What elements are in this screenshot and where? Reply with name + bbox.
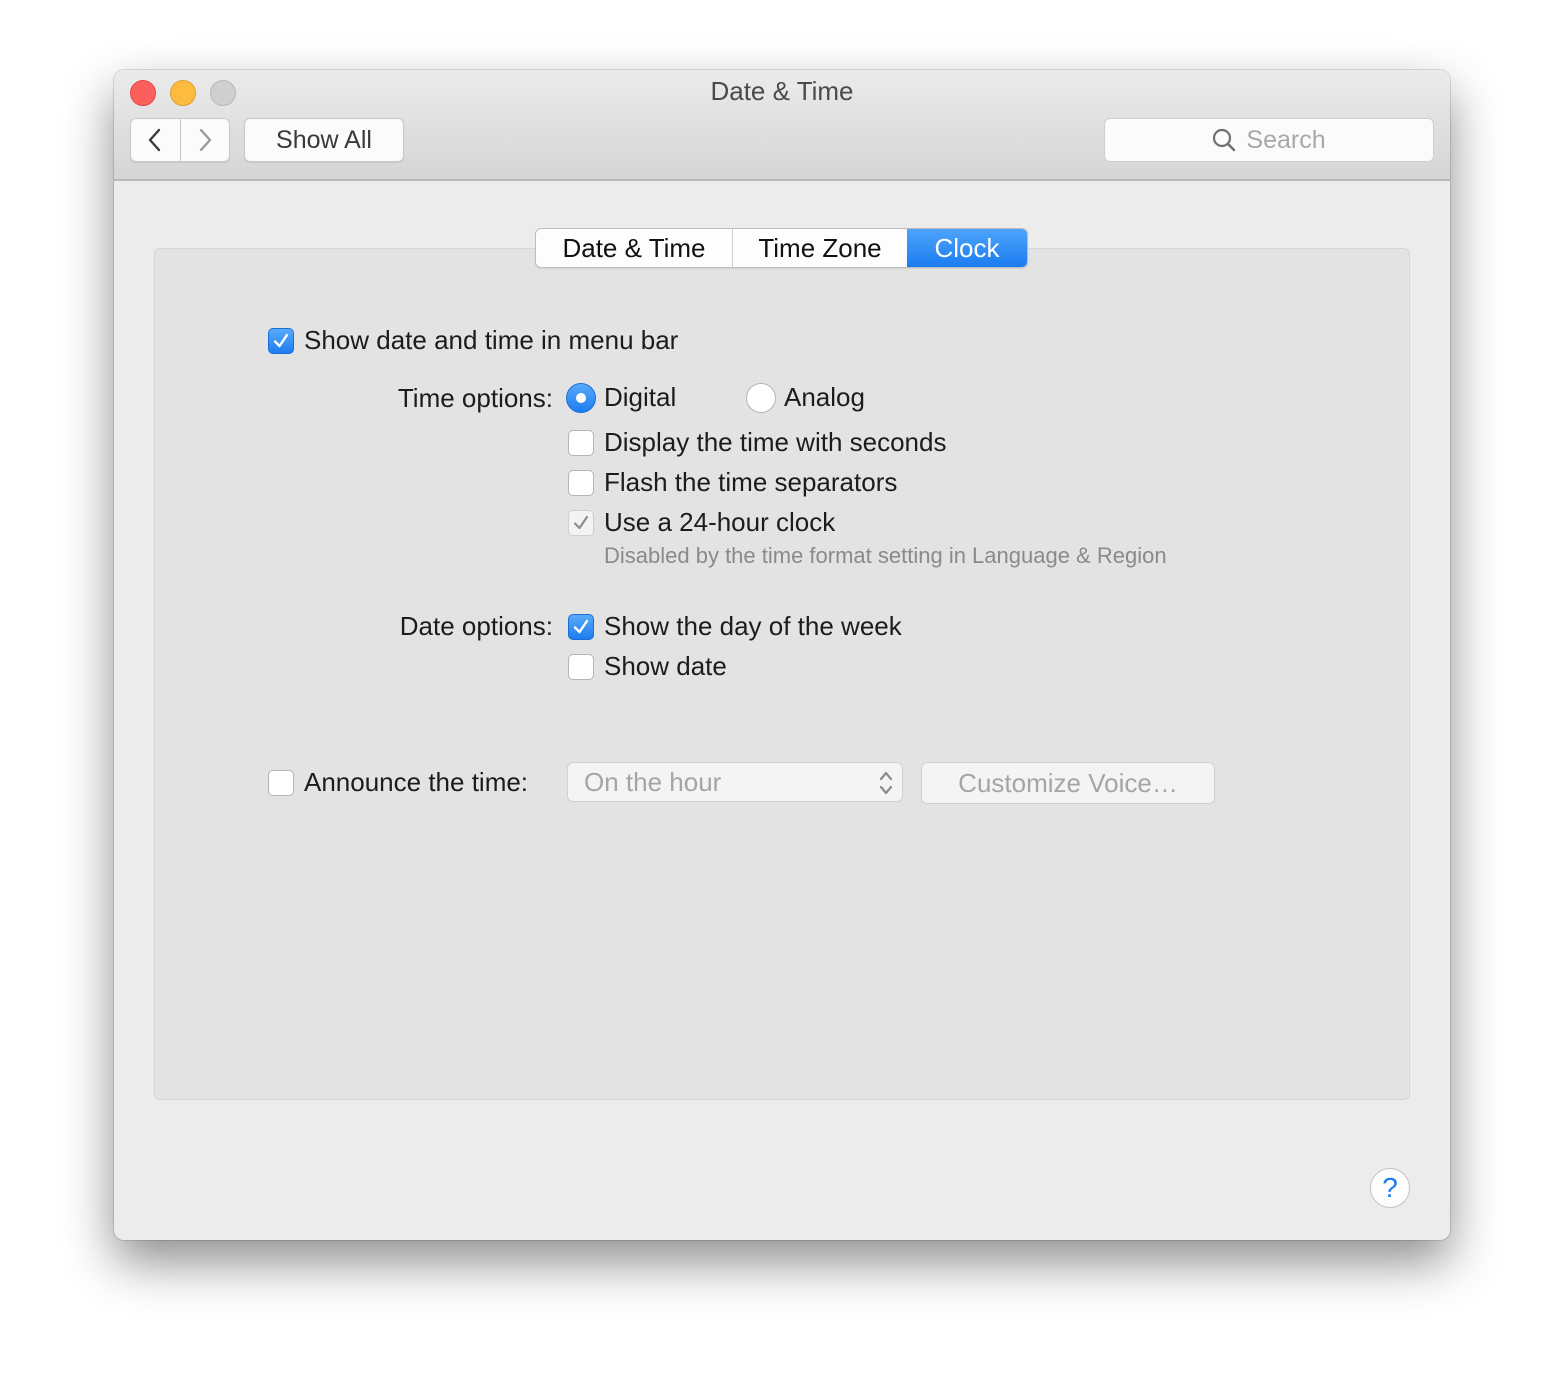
checkmark-icon [573, 619, 589, 633]
search-placeholder: Search [1246, 125, 1326, 154]
show-all-button[interactable]: Show All [244, 118, 404, 162]
date-options-label: Date options: [399, 611, 553, 641]
help-button[interactable]: ? [1370, 1168, 1410, 1208]
title-bar: Date & Time Show All Search [114, 70, 1450, 181]
flash-separators-label: Flash the time separators [604, 467, 898, 497]
chevron-left-icon [149, 128, 161, 152]
chevron-right-icon [199, 128, 211, 152]
time-options-label: Time options: [397, 383, 553, 413]
tab-bar: Date & Time Time Zone Clock [535, 228, 1028, 268]
seconds-label: Display the time with seconds [604, 427, 947, 457]
back-button[interactable] [131, 119, 180, 161]
digital-label: Digital [604, 382, 677, 412]
digital-radio[interactable] [566, 382, 596, 413]
up-down-arrows-icon [879, 771, 893, 795]
digital-radio-row: Digital [566, 382, 676, 413]
flash-separators-checkbox[interactable] [568, 469, 594, 496]
preferences-window: Date & Time Show All Search Date & Time … [114, 70, 1450, 1240]
flash-separators-row: Flash the time separators [568, 467, 897, 498]
analog-label: Analog [784, 382, 865, 412]
day-of-week-label: Show the day of the week [604, 611, 902, 641]
checkmark-icon [573, 515, 589, 529]
hour24-row: Use a 24-hour clock [568, 507, 835, 538]
tab-date-time[interactable]: Date & Time [536, 229, 732, 267]
announce-interval-value: On the hour [584, 766, 722, 797]
analog-radio-row: Analog [746, 382, 865, 413]
window-title: Date & Time [710, 76, 854, 106]
hour24-checkbox [568, 509, 594, 536]
show-date-label: Show date [604, 651, 727, 681]
show-in-menu-bar-row: Show date and time in menu bar [268, 325, 678, 356]
show-date-row: Show date [568, 651, 727, 682]
hour24-disabled-note: Disabled by the time format setting in L… [604, 543, 1167, 568]
seconds-checkbox[interactable] [568, 429, 594, 456]
show-in-menu-bar-label: Show date and time in menu bar [304, 325, 679, 355]
forward-button[interactable] [179, 119, 230, 161]
day-of-week-row: Show the day of the week [568, 611, 902, 642]
announce-label: Announce the time: [304, 767, 529, 797]
magnifier-icon [1213, 128, 1236, 152]
tab-content-panel [154, 248, 1410, 1100]
hour24-label: Use a 24-hour clock [604, 507, 836, 537]
tab-clock[interactable]: Clock [907, 229, 1027, 267]
announce-checkbox[interactable] [268, 769, 294, 796]
checkmark-icon [273, 333, 289, 347]
show-in-menu-bar-checkbox[interactable] [268, 327, 294, 354]
day-of-week-checkbox[interactable] [568, 613, 594, 640]
search-field[interactable]: Search [1104, 118, 1434, 162]
announce-row: Announce the time: [268, 767, 528, 798]
analog-radio[interactable] [746, 382, 776, 413]
seconds-row: Display the time with seconds [568, 427, 946, 458]
nav-buttons [130, 118, 230, 162]
show-date-checkbox[interactable] [568, 653, 594, 680]
customize-voice-button: Customize Voice… [921, 762, 1215, 804]
announce-interval-popup: On the hour [567, 762, 903, 802]
tab-time-zone[interactable]: Time Zone [732, 229, 907, 267]
